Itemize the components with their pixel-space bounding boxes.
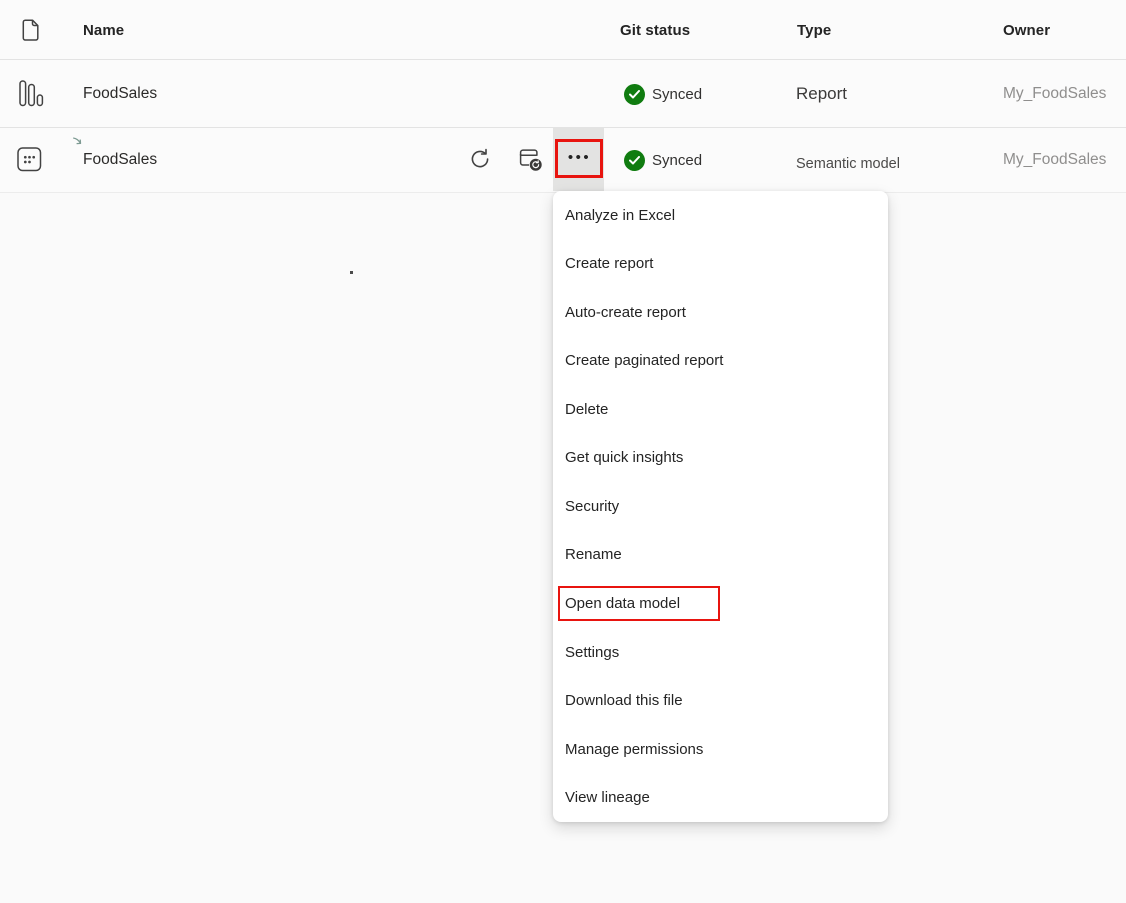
menu-item-create-paginated-report[interactable]: Create paginated report	[553, 337, 888, 386]
git-status-value: Synced	[652, 152, 702, 169]
menu-item-auto-create-report[interactable]: Auto-create report	[553, 288, 888, 337]
menu-item-security[interactable]: Security	[553, 482, 888, 531]
ellipsis-icon: •••	[566, 149, 591, 166]
item-owner: My_FoodSales	[1003, 151, 1106, 169]
stray-dot	[350, 271, 353, 274]
item-name[interactable]: FoodSales	[83, 85, 157, 103]
synced-status-icon	[624, 150, 645, 171]
item-type: Semantic model	[796, 156, 900, 172]
menu-item-settings[interactable]: Settings	[553, 628, 888, 677]
menu-item-create-report[interactable]: Create report	[553, 240, 888, 289]
workspace-item-list: Name Git status Type Owner FoodSales Syn…	[0, 0, 1126, 903]
menu-item-open-data-model[interactable]: Open data model	[553, 579, 888, 628]
context-menu: Analyze in Excel Create report Auto-crea…	[553, 191, 888, 822]
menu-item-get-quick-insights[interactable]: Get quick insights	[553, 434, 888, 483]
column-header-owner[interactable]: Owner	[1003, 22, 1050, 39]
menu-item-view-lineage[interactable]: View lineage	[553, 773, 888, 822]
git-status-value: Synced	[652, 86, 702, 103]
more-options-button[interactable]: •••	[553, 128, 604, 191]
table-row[interactable]	[0, 60, 1126, 128]
menu-item-rename[interactable]: Rename	[553, 531, 888, 580]
menu-item-manage-permissions[interactable]: Manage permissions	[553, 725, 888, 774]
item-name[interactable]: FoodSales	[83, 151, 157, 169]
synced-status-icon	[624, 84, 645, 105]
schedule-refresh-button[interactable]	[517, 146, 544, 173]
table-header-row	[0, 0, 1126, 60]
menu-item-download-this-file[interactable]: Download this file	[553, 676, 888, 725]
document-icon	[22, 19, 40, 46]
menu-item-delete[interactable]: Delete	[553, 385, 888, 434]
item-owner: My_FoodSales	[1003, 85, 1106, 103]
refresh-button[interactable]	[468, 147, 492, 171]
column-header-name[interactable]: Name	[83, 22, 124, 39]
item-type: Report	[796, 84, 847, 104]
semantic-model-icon	[17, 147, 42, 177]
column-header-type[interactable]: Type	[797, 22, 831, 39]
report-icon	[19, 80, 44, 113]
column-header-git-status[interactable]: Git status	[620, 22, 690, 39]
menu-item-analyze-in-excel[interactable]: Analyze in Excel	[553, 191, 888, 240]
